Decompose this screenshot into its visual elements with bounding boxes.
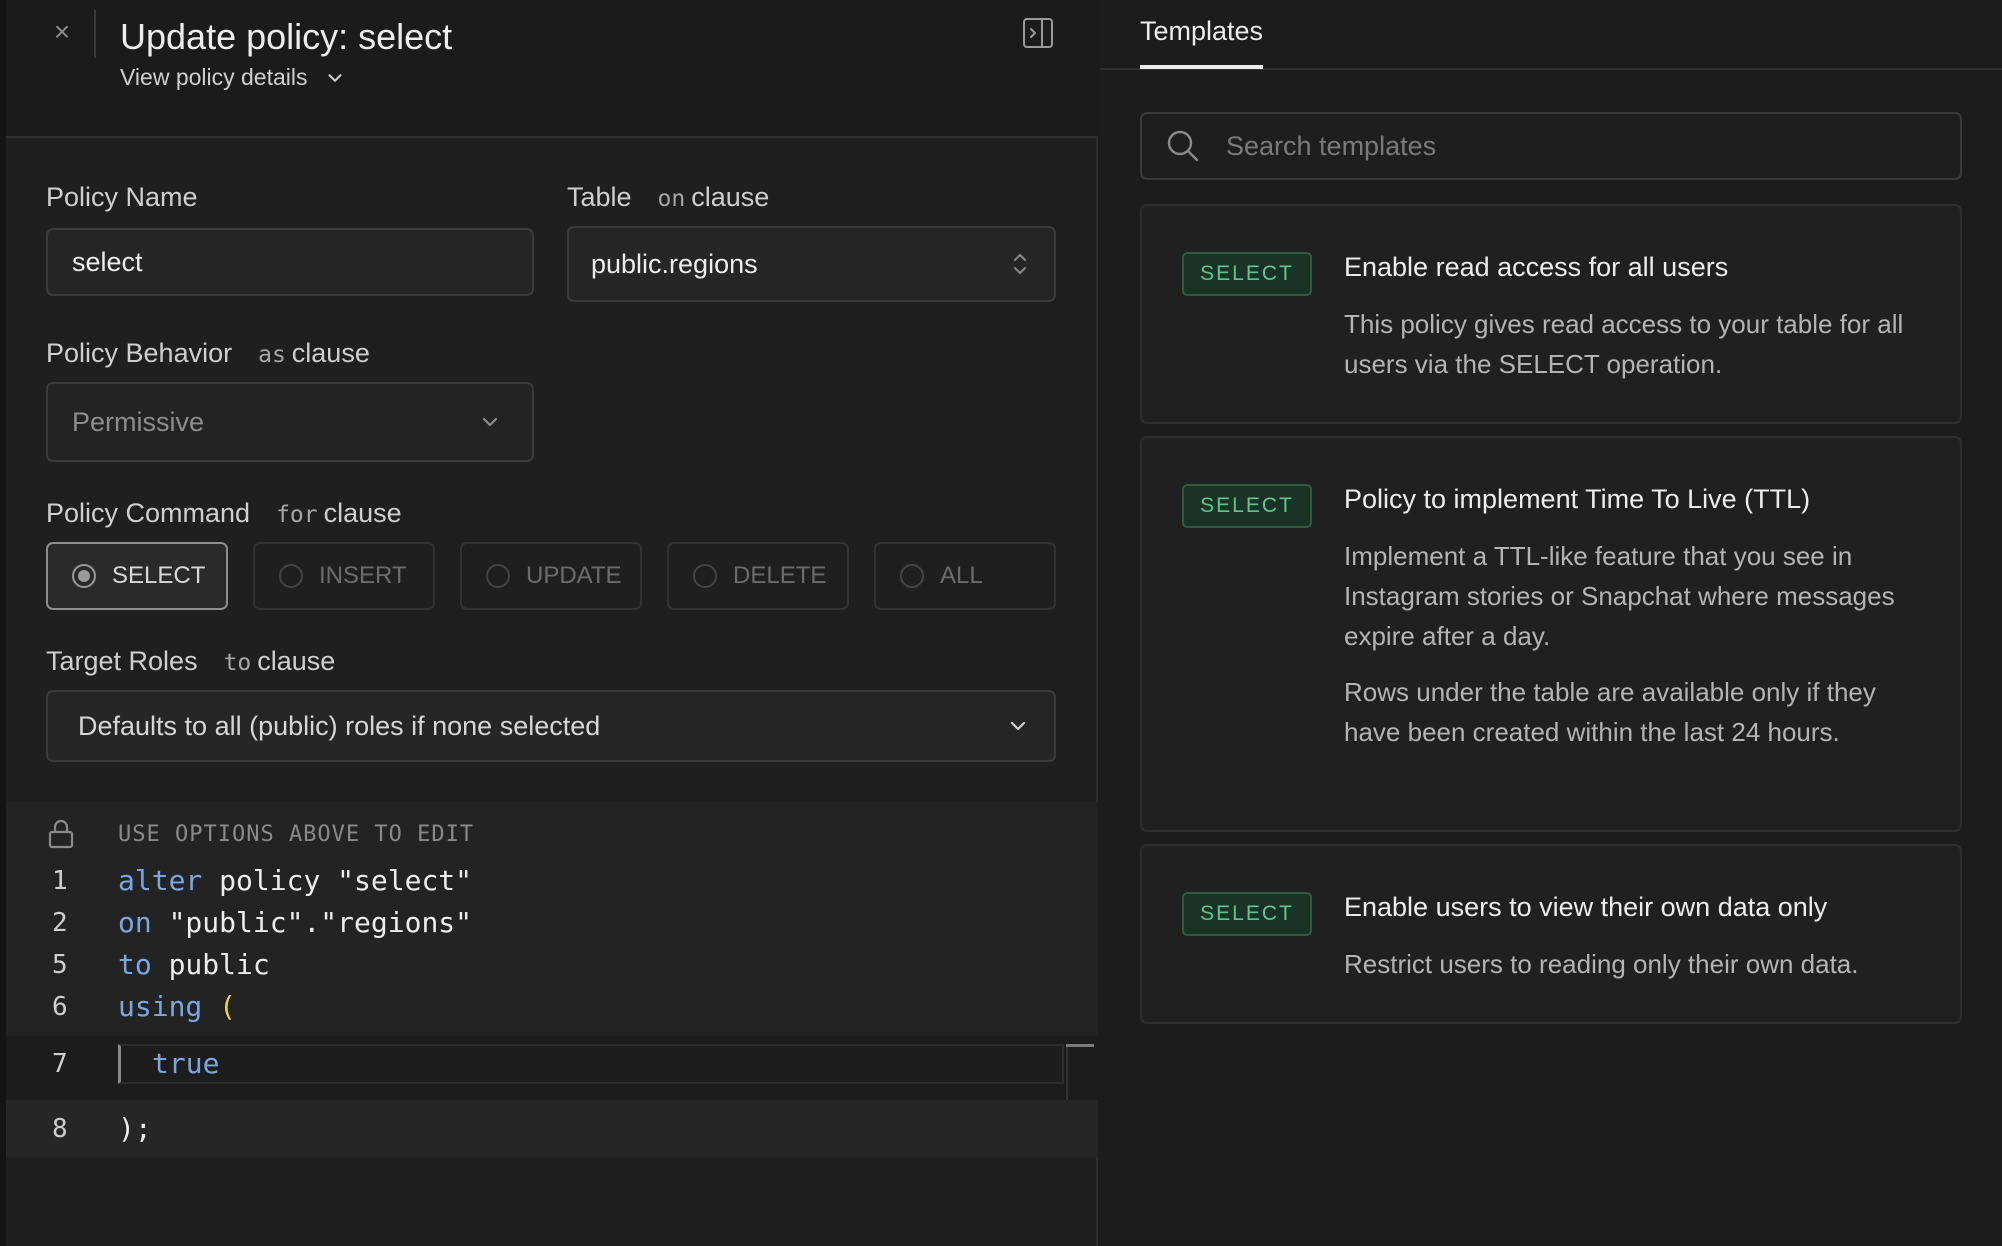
command-option-insert[interactable]: INSERT: [253, 542, 435, 610]
table-keyword: on: [657, 186, 686, 212]
template-description: Implement a TTL-like feature that you se…: [1344, 541, 1895, 651]
tabs-bar: Templates: [1100, 0, 2002, 70]
behavior-keyword: as: [258, 342, 286, 368]
code-line: 2 on "public"."regions": [52, 906, 473, 939]
command-option-delete[interactable]: DELETE: [667, 542, 849, 610]
code-line: 5 to public: [52, 948, 270, 981]
policy-name-label: Policy Name: [46, 182, 198, 212]
code-hint: USE OPTIONS ABOVE TO EDIT: [118, 822, 475, 847]
template-description: Restrict users to reading only their own…: [1344, 949, 1859, 979]
templates-panel: Templates SELECT Enable read access for …: [1100, 0, 2002, 1246]
template-description-secondary: Rows under the table are available only …: [1344, 677, 1876, 747]
search-icon: [1167, 130, 1199, 162]
chevron-down-icon: [328, 73, 342, 82]
code-line: 8 );: [52, 1112, 152, 1145]
close-icon: ×: [53, 16, 71, 47]
view-details-label: View policy details: [120, 64, 308, 90]
chevron-down-icon: [1010, 721, 1026, 731]
view-policy-details-toggle[interactable]: View policy details: [120, 64, 346, 91]
template-card[interactable]: SELECT Enable users to view their own da…: [1140, 844, 1962, 1024]
code-line: 6 using (: [52, 990, 237, 1023]
chevron-down-icon: [482, 417, 498, 427]
command-option-update[interactable]: UPDATE: [460, 542, 642, 610]
target-roles-select[interactable]: Defaults to all (public) roles if none s…: [46, 690, 1056, 762]
template-title: Policy to implement Time To Live (TTL): [1344, 484, 1811, 514]
tab-templates[interactable]: Templates: [1140, 16, 1264, 69]
command-badge: SELECT: [1182, 892, 1312, 936]
policy-name-value: select: [72, 246, 143, 277]
lock-icon: [48, 819, 74, 849]
template-title: Enable read access for all users: [1344, 252, 1729, 282]
code-line-editable[interactable]: 7 true: [0, 1043, 1092, 1085]
radio-icon: [279, 564, 303, 588]
policy-behavior-select[interactable]: Permissive: [46, 382, 534, 462]
policy-name-input[interactable]: select: [46, 228, 534, 296]
radio-selected-icon: [72, 564, 96, 588]
chevron-up-down-icon: [1014, 254, 1026, 274]
panel-collapse-icon[interactable]: [1021, 16, 1055, 50]
roles-keyword: to: [223, 650, 252, 676]
radio-icon: [900, 564, 924, 588]
roles-placeholder: Defaults to all (public) roles if none s…: [78, 710, 601, 741]
search-box[interactable]: [1140, 112, 1962, 180]
command-option-select[interactable]: SELECT: [46, 542, 228, 610]
policy-header: × Update policy: select View policy deta…: [6, 0, 1098, 138]
template-card[interactable]: SELECT Policy to implement Time To Live …: [1140, 436, 1962, 832]
policy-command-label: Policy Command for clause: [46, 498, 402, 528]
radio-icon: [693, 564, 717, 588]
search-input[interactable]: [1226, 130, 1926, 162]
policy-behavior-label: Policy Behavior as clause: [46, 338, 370, 368]
template-description: This policy gives read access to your ta…: [1344, 309, 1904, 379]
template-title: Enable users to view their own data only: [1344, 892, 1828, 922]
radio-icon: [486, 564, 510, 588]
policy-editor-panel: × Update policy: select View policy deta…: [0, 0, 1098, 1246]
template-card[interactable]: SELECT Enable read access for all users …: [1140, 204, 1962, 424]
behavior-value: Permissive: [72, 406, 205, 437]
header-divider: [94, 10, 96, 58]
table-select[interactable]: public.regions: [567, 226, 1056, 302]
close-button[interactable]: ×: [44, 14, 80, 50]
command-keyword: for: [276, 502, 318, 528]
page-title: Update policy: select: [120, 16, 453, 57]
command-badge: SELECT: [1182, 252, 1312, 296]
command-option-all[interactable]: ALL: [874, 542, 1056, 610]
table-value: public.regions: [591, 248, 758, 279]
code-line: 1 alter policy "select": [52, 864, 473, 897]
table-label: Table on clause: [567, 182, 770, 212]
target-roles-label: Target Roles to clause: [46, 646, 336, 676]
command-badge: SELECT: [1182, 484, 1312, 528]
